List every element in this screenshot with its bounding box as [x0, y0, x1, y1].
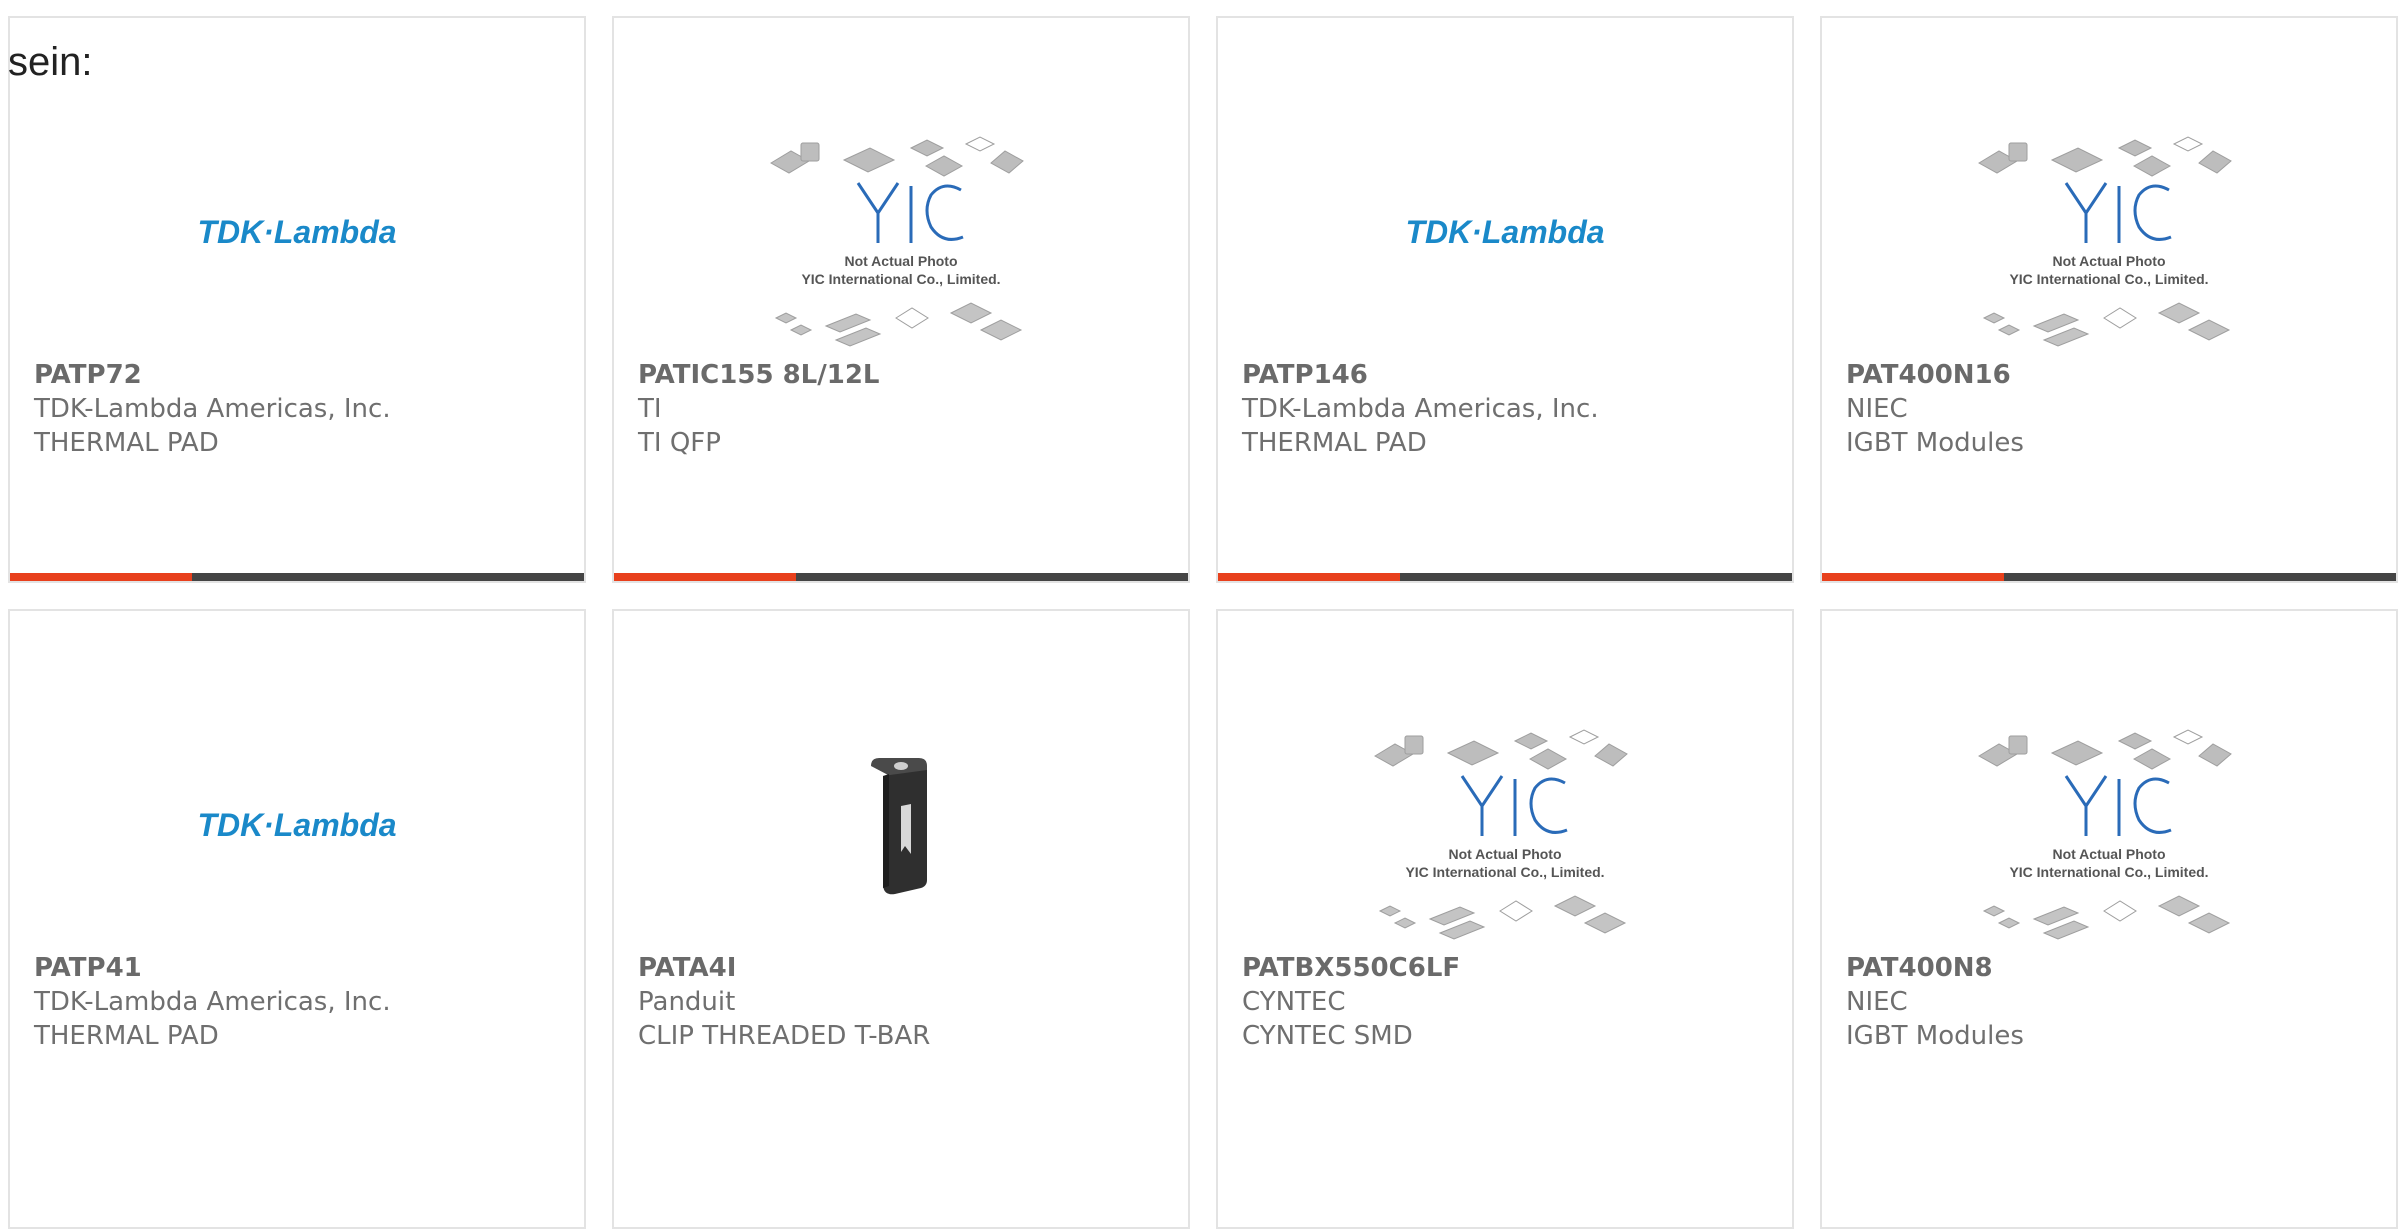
- svg-text:TDK·Lambda: TDK·Lambda: [197, 807, 396, 843]
- svg-text:YIC International Co., Limited: YIC International Co., Limited.: [801, 271, 1000, 287]
- product-image[interactable]: Not Actual Photo YIC International Co., …: [1218, 691, 1792, 961]
- manufacturer: TDK-Lambda Americas, Inc.: [34, 987, 391, 1017]
- description: IGBT Modules: [1846, 428, 2024, 458]
- page-heading: sein:: [8, 40, 93, 84]
- product-card[interactable]: TDK·Lambda PATP146 TDK-Lambda Americas, …: [1216, 16, 1794, 583]
- svg-text:Not Actual Photo: Not Actual Photo: [2052, 253, 2165, 269]
- svg-text:TDK·Lambda: TDK·Lambda: [197, 214, 396, 250]
- svg-text:TDK·Lambda: TDK·Lambda: [1405, 214, 1604, 250]
- svg-text:YIC International Co., Limited: YIC International Co., Limited.: [2009, 864, 2208, 880]
- description: THERMAL PAD: [1242, 428, 1427, 458]
- part-number-link[interactable]: PATBX550C6LF: [1242, 951, 1772, 985]
- product-image[interactable]: Not Actual Photo YIC International Co., …: [1822, 98, 2396, 368]
- product-image[interactable]: TDK·Lambda: [10, 98, 584, 368]
- manufacturer: TDK-Lambda Americas, Inc.: [1242, 394, 1599, 424]
- description: CLIP THREADED T-BAR: [638, 1021, 931, 1051]
- product-image[interactable]: Not Actual Photo YIC International Co., …: [1822, 691, 2396, 961]
- description: IGBT Modules: [1846, 1021, 2024, 1051]
- description: TI QFP: [638, 428, 721, 458]
- product-card[interactable]: Not Actual Photo YIC International Co., …: [612, 16, 1190, 583]
- product-image[interactable]: TDK·Lambda: [10, 691, 584, 961]
- part-number-link[interactable]: PATP146: [1242, 358, 1772, 392]
- yic-placeholder-image: Not Actual Photo YIC International Co., …: [1978, 136, 2232, 347]
- tdk-lambda-logo: TDK·Lambda: [197, 214, 396, 250]
- card-accent-bar: [1822, 573, 2396, 581]
- clip-photo-image: [871, 758, 927, 895]
- product-card[interactable]: Not Actual Photo YIC International Co., …: [1820, 609, 2398, 1229]
- yic-placeholder-image: Not Actual Photo YIC International Co., …: [1374, 729, 1628, 940]
- svg-text:YIC International Co., Limited: YIC International Co., Limited.: [1405, 864, 1604, 880]
- svg-text:Not Actual Photo: Not Actual Photo: [844, 253, 957, 269]
- description: THERMAL PAD: [34, 1021, 219, 1051]
- part-number-link[interactable]: PATP41: [34, 951, 564, 985]
- product-card[interactable]: Not Actual Photo YIC International Co., …: [1820, 16, 2398, 583]
- svg-text:YIC International Co., Limited: YIC International Co., Limited.: [2009, 271, 2208, 287]
- manufacturer: TDK-Lambda Americas, Inc.: [34, 394, 391, 424]
- part-number-link[interactable]: PATA4I: [638, 951, 1168, 985]
- description: THERMAL PAD: [34, 428, 219, 458]
- svg-text:Not Actual Photo: Not Actual Photo: [2052, 846, 2165, 862]
- product-grid: TDK·Lambda PATP72 TDK-Lambda Americas, I…: [8, 16, 2398, 1229]
- yic-placeholder-image: Not Actual Photo YIC International Co., …: [770, 136, 1024, 347]
- tdk-lambda-logo: TDK·Lambda: [1405, 214, 1604, 250]
- product-card[interactable]: Not Actual Photo YIC International Co., …: [1216, 609, 1794, 1229]
- part-number-link[interactable]: PATIC155 8L/12L: [638, 358, 1168, 392]
- card-accent-bar: [614, 573, 1188, 581]
- product-card[interactable]: PATA4I Panduit CLIP THREADED T-BAR: [612, 609, 1190, 1229]
- manufacturer: Panduit: [638, 987, 736, 1017]
- card-accent-bar: [1218, 573, 1792, 581]
- manufacturer: NIEC: [1846, 987, 1908, 1017]
- svg-text:Not Actual Photo: Not Actual Photo: [1448, 846, 1561, 862]
- manufacturer: TI: [638, 394, 662, 424]
- manufacturer: CYNTEC: [1242, 987, 1346, 1017]
- yic-placeholder-image: Not Actual Photo YIC International Co., …: [1978, 729, 2232, 940]
- part-number-link[interactable]: PAT400N16: [1846, 358, 2376, 392]
- manufacturer: NIEC: [1846, 394, 1908, 424]
- description: CYNTEC SMD: [1242, 1021, 1413, 1051]
- product-image[interactable]: [614, 691, 1188, 961]
- part-number-link[interactable]: PATP72: [34, 358, 564, 392]
- tdk-lambda-logo: TDK·Lambda: [197, 807, 396, 843]
- card-accent-bar: [10, 573, 584, 581]
- product-card[interactable]: TDK·Lambda PATP72 TDK-Lambda Americas, I…: [8, 16, 586, 583]
- product-card[interactable]: TDK·Lambda PATP41 TDK-Lambda Americas, I…: [8, 609, 586, 1229]
- product-image[interactable]: TDK·Lambda: [1218, 98, 1792, 368]
- part-number-link[interactable]: PAT400N8: [1846, 951, 2376, 985]
- product-image[interactable]: Not Actual Photo YIC International Co., …: [614, 98, 1188, 368]
